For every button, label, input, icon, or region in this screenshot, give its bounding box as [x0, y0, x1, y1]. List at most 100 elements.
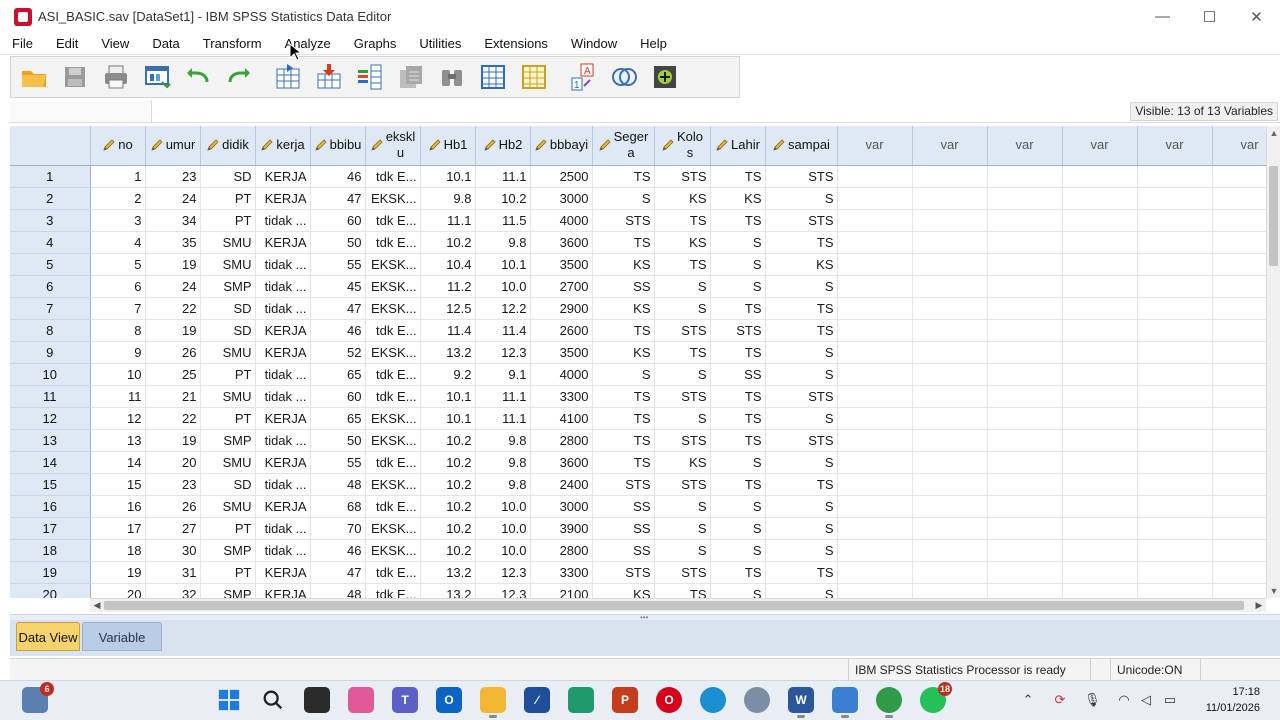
empty-var-column-header[interactable]: var [837, 126, 913, 166]
cell-hb2[interactable]: 11.4 [475, 319, 531, 342]
empty-cell[interactable] [1062, 209, 1138, 232]
cell-kolos[interactable]: TS [654, 253, 711, 276]
cell-name-box[interactable] [10, 100, 152, 122]
cell-segera[interactable]: TS [592, 385, 655, 408]
cell-hb2[interactable]: 10.1 [475, 253, 531, 276]
empty-cell[interactable] [987, 407, 1063, 430]
menu-extensions[interactable]: Extensions [472, 36, 559, 51]
empty-cell[interactable] [1062, 165, 1138, 188]
cell-sampai[interactable]: KS [765, 253, 838, 276]
empty-cell[interactable] [1137, 495, 1213, 518]
cell-didik[interactable]: PT [200, 187, 256, 210]
empty-cell[interactable] [912, 495, 988, 518]
start-icon[interactable] [216, 687, 242, 713]
empty-cell[interactable] [1137, 429, 1213, 452]
empty-cell[interactable] [912, 561, 988, 584]
cell-ekskl[interactable]: tdk E... [365, 583, 421, 598]
empty-cell[interactable] [1137, 517, 1213, 540]
cell-sampai[interactable]: STS [765, 385, 838, 408]
customize-icon[interactable] [648, 60, 682, 94]
word-icon[interactable]: W [788, 687, 814, 718]
cell-bbbayi[interactable]: 3600 [530, 451, 593, 474]
cell-kerja[interactable]: KERJA [255, 495, 311, 518]
row-number[interactable]: 8 [10, 319, 91, 342]
row-number[interactable]: 6 [10, 275, 91, 298]
row-number[interactable]: 12 [10, 407, 91, 430]
cell-hb1[interactable]: 10.1 [420, 385, 476, 408]
cell-segera[interactable]: KS [592, 341, 655, 364]
empty-cell[interactable] [1137, 319, 1213, 342]
menu-view[interactable]: View [89, 36, 140, 51]
menu-edit[interactable]: Edit [44, 36, 89, 51]
cell-lahir[interactable]: TS [710, 165, 766, 188]
empty-cell[interactable] [987, 539, 1063, 562]
teams-icon[interactable]: T [392, 687, 418, 713]
empty-cell[interactable] [912, 319, 988, 342]
cell-kolos[interactable]: S [654, 517, 711, 540]
empty-cell[interactable] [1062, 517, 1138, 540]
cell-umur[interactable]: 19 [145, 319, 201, 342]
cell-hb1[interactable]: 10.2 [420, 495, 476, 518]
task-view-icon[interactable] [304, 687, 330, 713]
empty-cell[interactable] [987, 275, 1063, 298]
cell-lahir[interactable]: TS [710, 209, 766, 232]
cell-bbibu[interactable]: 47 [310, 297, 366, 320]
cell-umur[interactable]: 24 [145, 275, 201, 298]
empty-cell[interactable] [1137, 165, 1213, 188]
grid-corner[interactable] [10, 126, 91, 166]
cell-sampai[interactable]: TS [765, 473, 838, 496]
cell-ekskl[interactable]: EKSK... [365, 429, 421, 452]
cell-ekskl[interactable]: tdk E... [365, 451, 421, 474]
cell-hb1[interactable]: 10.4 [420, 253, 476, 276]
cell-sampai[interactable]: STS [765, 209, 838, 232]
cell-didik[interactable]: SMU [200, 253, 256, 276]
cell-lahir[interactable]: TS [710, 341, 766, 364]
empty-cell[interactable] [987, 561, 1063, 584]
cell-bbbayi[interactable]: 4100 [530, 407, 593, 430]
row-number[interactable]: 16 [10, 495, 91, 518]
cell-bbbayi[interactable]: 2600 [530, 319, 593, 342]
cell-sampai[interactable]: TS [765, 561, 838, 584]
cell-hb1[interactable]: 11.4 [420, 319, 476, 342]
cell-bbibu[interactable]: 68 [310, 495, 366, 518]
cell-no[interactable]: 13 [90, 429, 146, 452]
cell-umur[interactable]: 19 [145, 429, 201, 452]
cell-sampai[interactable]: TS [765, 319, 838, 342]
empty-cell[interactable] [987, 165, 1063, 188]
cell-hb2[interactable]: 11.1 [475, 165, 531, 188]
cell-kolos[interactable]: S [654, 275, 711, 298]
empty-cell[interactable] [912, 363, 988, 386]
save-icon[interactable] [58, 60, 92, 94]
cell-ekskl[interactable]: EKSK... [365, 253, 421, 276]
empty-cell[interactable] [1137, 275, 1213, 298]
horizontal-scroll-thumb[interactable] [104, 601, 1244, 610]
cell-umur[interactable]: 23 [145, 165, 201, 188]
scroll-right-icon[interactable]: ▶ [1253, 600, 1265, 611]
empty-cell[interactable] [1062, 319, 1138, 342]
empty-cell[interactable] [1137, 451, 1213, 474]
powerpoint-icon[interactable]: P [612, 687, 638, 713]
cell-umur[interactable]: 23 [145, 473, 201, 496]
cell-hb2[interactable]: 12.3 [475, 341, 531, 364]
empty-cell[interactable] [837, 341, 913, 364]
dialog-recall-icon[interactable] [140, 60, 174, 94]
cell-kolos[interactable]: KS [654, 231, 711, 254]
cell-kerja[interactable]: KERJA [255, 451, 311, 474]
empty-cell[interactable] [837, 319, 913, 342]
cell-kerja[interactable]: KERJA [255, 341, 311, 364]
empty-cell[interactable] [1137, 407, 1213, 430]
row-number[interactable]: 17 [10, 517, 91, 540]
cell-ekskl[interactable]: EKSK... [365, 341, 421, 364]
cell-bbibu[interactable]: 48 [310, 473, 366, 496]
cell-bbibu[interactable]: 50 [310, 231, 366, 254]
cell-kolos[interactable]: S [654, 495, 711, 518]
empty-cell[interactable] [912, 451, 988, 474]
empty-cell[interactable] [912, 407, 988, 430]
empty-cell[interactable] [1062, 451, 1138, 474]
tab-data-view[interactable]: Data View [16, 622, 80, 651]
copilot-icon[interactable] [348, 687, 374, 713]
cell-umur[interactable]: 21 [145, 385, 201, 408]
empty-cell[interactable] [1062, 429, 1138, 452]
cell-umur[interactable]: 22 [145, 407, 201, 430]
empty-cell[interactable] [1212, 231, 1266, 254]
